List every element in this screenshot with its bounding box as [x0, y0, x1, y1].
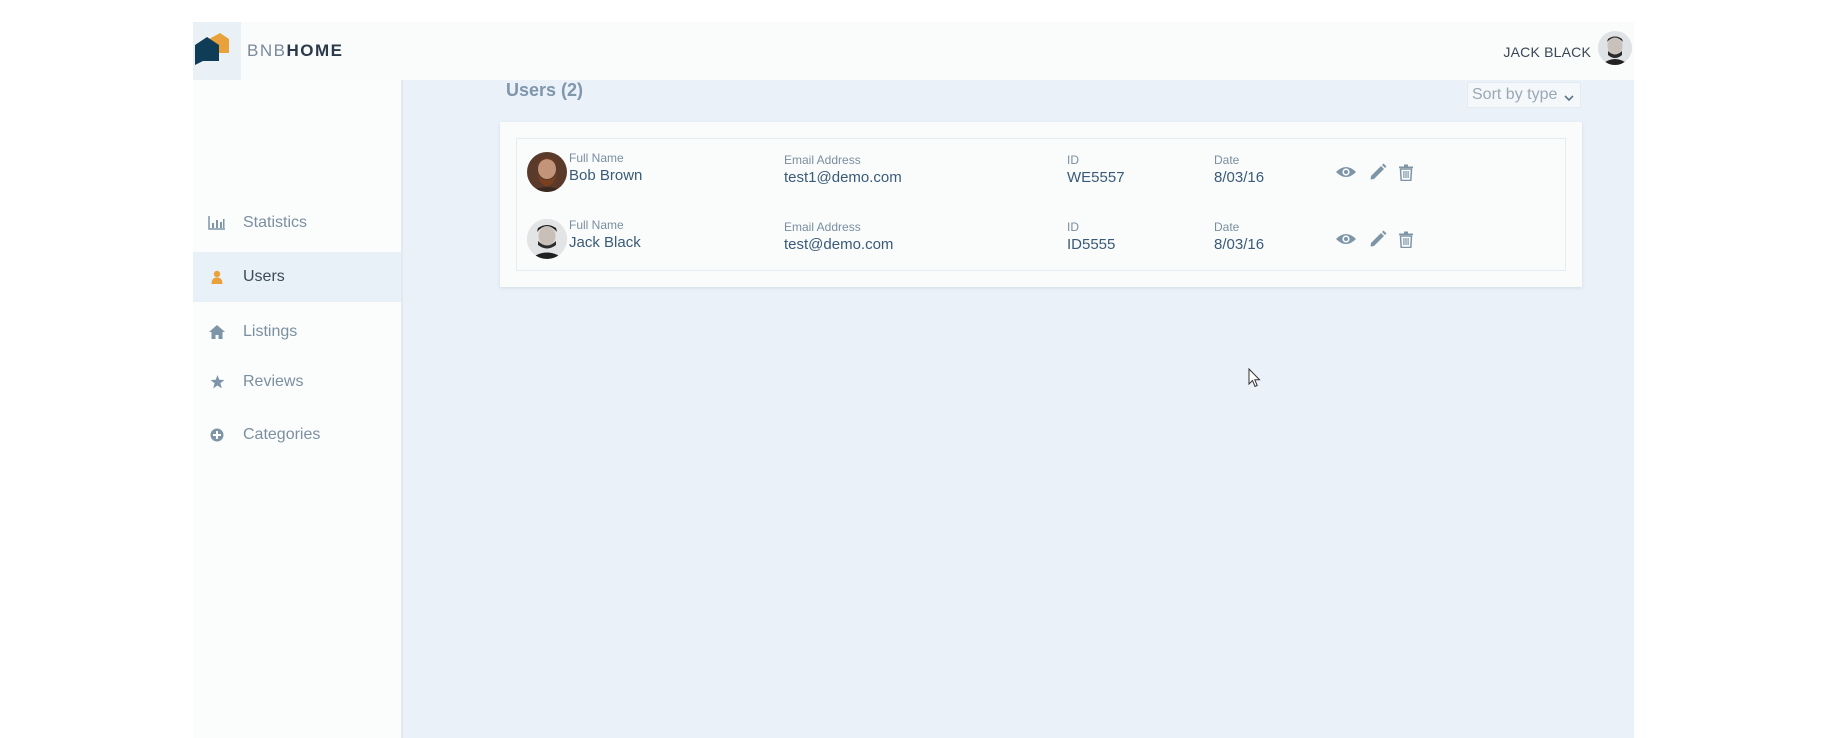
plus-circle-icon: [208, 426, 226, 444]
current-user-avatar[interactable]: [1598, 31, 1632, 65]
date-label: Date: [1214, 153, 1240, 167]
date-value: 8/03/16: [1214, 169, 1265, 186]
users-table: Full Name Bob Brown Email Address test1@…: [516, 138, 1566, 271]
name-field: Full Name Bob Brown: [569, 151, 642, 186]
top-bar: BNBHOME JACK BLACK: [193, 22, 1634, 80]
sidebar-item-label: Listings: [243, 323, 298, 340]
sidebar-item-users[interactable]: Users: [193, 252, 401, 302]
avatar: [527, 152, 567, 192]
email-value: test1@demo.com: [784, 169, 902, 186]
edit-button[interactable]: [1369, 230, 1387, 248]
id-field: ID ID5555: [1067, 220, 1115, 255]
pencil-icon: [1370, 163, 1387, 180]
pencil-icon: [1370, 230, 1387, 247]
email-value: test@demo.com: [784, 236, 894, 253]
sidebar: Statistics Users Listings Reviews Catego…: [193, 80, 403, 738]
home-icon: [208, 323, 226, 341]
sidebar-item-reviews[interactable]: Reviews: [193, 357, 401, 407]
logo-icon: [195, 33, 229, 65]
email-label: Email Address: [784, 153, 861, 167]
id-label: ID: [1067, 220, 1079, 234]
trash-icon: [1399, 231, 1413, 248]
delete-button[interactable]: [1399, 231, 1413, 248]
sidebar-item-statistics[interactable]: Statistics: [193, 198, 401, 248]
row-actions: [1335, 163, 1425, 181]
email-label: Email Address: [784, 220, 861, 234]
email-field: Email Address test1@demo.com: [784, 153, 902, 188]
sidebar-item-label: Categories: [243, 426, 321, 443]
date-field: Date 8/03/16: [1214, 153, 1264, 188]
users-card: Full Name Bob Brown Email Address test1@…: [500, 122, 1582, 287]
email-field: Email Address test@demo.com: [784, 220, 893, 255]
sort-select-value: Sort by type: [1472, 86, 1558, 103]
date-label: Date: [1214, 220, 1240, 234]
name-field: Full Name Jack Black: [569, 218, 641, 253]
sidebar-item-label: Statistics: [243, 214, 308, 231]
current-user-name[interactable]: JACK BLACK: [1503, 44, 1591, 60]
chevron-down-icon: [1564, 89, 1574, 107]
main-content: Users (2) Sort by type Full Name Bob Bro…: [403, 80, 1634, 738]
table-row[interactable]: Full Name Bob Brown Email Address test1@…: [517, 139, 1567, 205]
star-icon: [208, 373, 226, 391]
brand-light: BNB: [247, 41, 287, 60]
mouse-cursor-icon: [1248, 367, 1262, 393]
avatar: [527, 219, 567, 259]
eye-icon: [1336, 234, 1356, 244]
trash-icon: [1399, 164, 1413, 181]
id-value: ID5555: [1067, 236, 1116, 253]
brand-name[interactable]: BNBHOME: [247, 41, 343, 61]
eye-icon: [1336, 167, 1356, 177]
name-label: Full Name: [569, 218, 624, 232]
name-value: Jack Black: [569, 234, 641, 251]
sidebar-item-categories[interactable]: Categories: [193, 410, 401, 460]
view-button[interactable]: [1335, 165, 1357, 179]
sidebar-item-listings[interactable]: Listings: [193, 307, 401, 357]
table-row[interactable]: Full Name Jack Black Email Address test@…: [517, 206, 1567, 272]
app-window: BNBHOME JACK BLACK Statistics Users List…: [193, 22, 1634, 738]
logo[interactable]: [193, 22, 241, 80]
date-value: 8/03/16: [1214, 236, 1265, 253]
name-value: Bob Brown: [569, 167, 643, 184]
delete-button[interactable]: [1399, 164, 1413, 181]
sidebar-item-label: Reviews: [243, 373, 304, 390]
edit-button[interactable]: [1369, 163, 1387, 181]
name-label: Full Name: [569, 151, 624, 165]
date-field: Date 8/03/16: [1214, 220, 1264, 255]
page-title: Users (2): [506, 80, 584, 100]
id-label: ID: [1067, 153, 1079, 167]
user-icon: [208, 268, 226, 286]
sidebar-item-label: Users: [243, 268, 285, 285]
avatar-portrait-icon: [1598, 31, 1632, 65]
sort-select[interactable]: Sort by type: [1467, 82, 1581, 108]
brand-bold: HOME: [286, 41, 344, 60]
row-actions: [1335, 230, 1425, 248]
view-button[interactable]: [1335, 232, 1357, 246]
id-field: ID WE5557: [1067, 153, 1125, 188]
id-value: WE5557: [1067, 169, 1125, 186]
bar-chart-icon: [208, 214, 226, 232]
